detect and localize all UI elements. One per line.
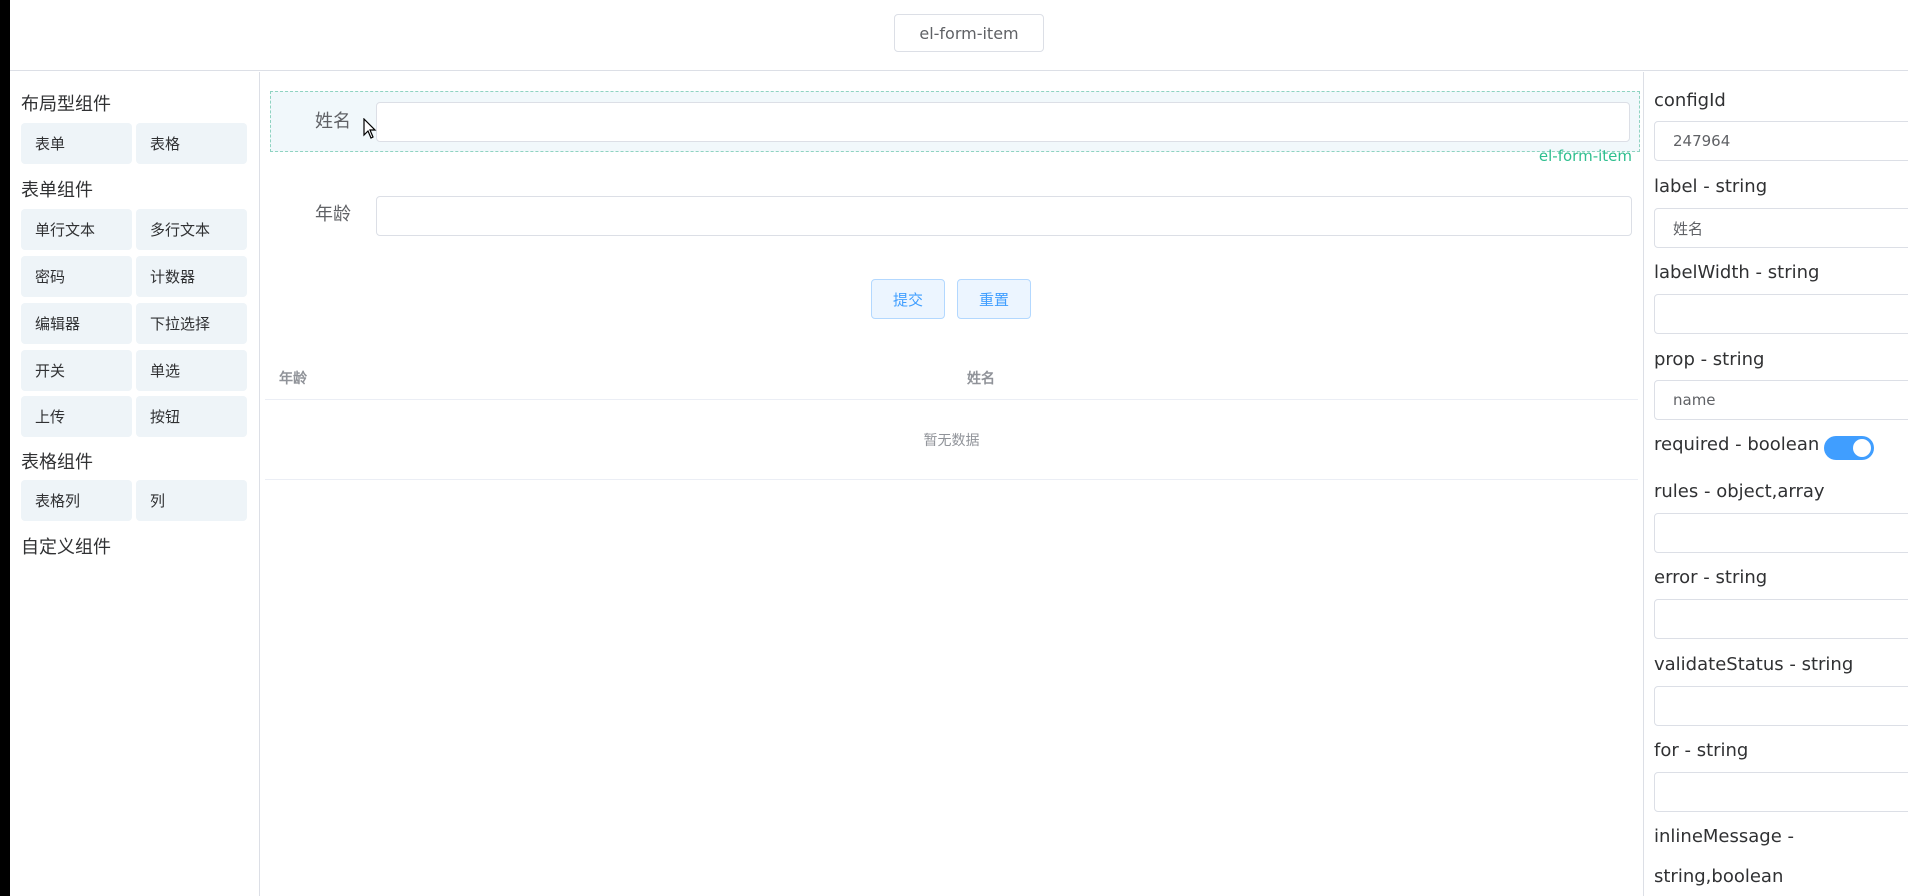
prop-label-label: label - string [1654,176,1768,197]
palette-item-select[interactable]: 下拉选择 [136,303,247,344]
palette-item-form[interactable]: 表单 [21,123,132,164]
required-switch[interactable] [1824,436,1874,460]
palette-item-counter[interactable]: 计数器 [136,256,247,297]
palette-item-radio[interactable]: 单选 [136,350,247,391]
labelwidth-input[interactable] [1654,294,1908,334]
reset-button[interactable]: 重置 [957,279,1031,319]
validatestatus-input[interactable] [1654,686,1908,726]
group-title-custom-components: 自定义组件 [21,537,111,558]
window-edge [0,0,10,896]
palette-item-column[interactable]: 列 [136,480,247,521]
property-panel: configId 247964 label - string 姓名 labelW… [1643,72,1908,896]
prop-label-validatestatus: validateStatus - string [1654,654,1854,675]
prop-label-configid: configId [1654,90,1726,111]
group-title-layout: 布局型组件 [21,94,111,115]
palette-item-table-column[interactable]: 表格列 [21,480,132,521]
current-component-tag[interactable]: el-form-item [894,14,1044,52]
table-header: 年龄 姓名 [265,354,1638,400]
prop-input[interactable]: name [1654,380,1908,420]
name-input[interactable] [376,102,1630,142]
label-input[interactable]: 姓名 [1654,208,1908,248]
prop-label-inlinemessage-1: inlineMessage - [1654,826,1795,847]
field-label-name: 姓名 [315,111,351,132]
switch-knob [1853,439,1871,457]
palette-item-password[interactable]: 密码 [21,256,132,297]
palette-item-input[interactable]: 单行文本 [21,209,132,250]
component-palette: 布局型组件 表单 表格 表单组件 单行文本 多行文本 密码 计数器 编辑器 下拉… [10,72,260,896]
prop-label-rules: rules - object,array [1654,481,1825,502]
palette-item-editor[interactable]: 编辑器 [21,303,132,344]
age-input[interactable] [376,196,1632,236]
submit-button[interactable]: 提交 [871,279,945,319]
error-input[interactable] [1654,599,1908,639]
mouse-cursor-icon [363,118,377,139]
configid-input[interactable]: 247964 [1654,121,1908,161]
prop-label-required: required - boolean [1654,434,1820,455]
palette-item-textarea[interactable]: 多行文本 [136,209,247,250]
prop-label-for: for - string [1654,740,1749,761]
group-title-form-components: 表单组件 [21,180,93,201]
palette-item-table[interactable]: 表格 [136,123,247,164]
field-label-age: 年龄 [315,204,351,225]
prop-label-error: error - string [1654,567,1768,588]
for-input[interactable] [1654,772,1908,812]
column-header-age: 年龄 [279,371,307,387]
palette-item-upload[interactable]: 上传 [21,396,132,437]
design-canvas: el-form-item 姓名 年龄 提交 重置 年龄 姓名 暂无数据 [261,72,1642,896]
prop-label-inlinemessage-2: string,boolean [1654,866,1784,887]
group-title-table-components: 表格组件 [21,452,93,473]
rules-input[interactable] [1654,513,1908,553]
selected-item-tag: el-form-item [1538,147,1632,165]
top-toolbar: el-form-item [10,0,1908,71]
prop-label-labelwidth: labelWidth - string [1654,262,1820,283]
palette-item-button[interactable]: 按钮 [136,396,247,437]
column-header-name: 姓名 [967,371,995,387]
palette-item-switch[interactable]: 开关 [21,350,132,391]
prop-label-prop: prop - string [1654,349,1765,370]
table-empty-text: 暂无数据 [265,400,1638,480]
